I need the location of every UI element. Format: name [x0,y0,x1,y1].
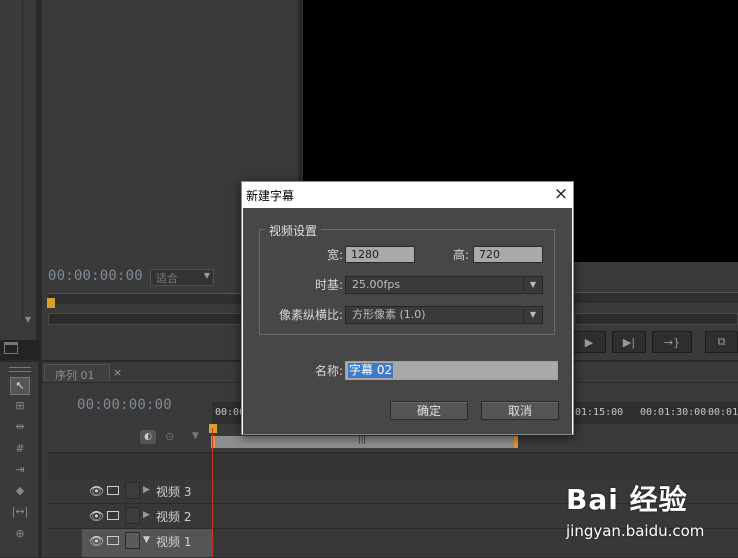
width-label: 宽: [326,248,343,262]
step-forward-button[interactable]: ▶| [612,331,646,353]
work-area-end-handle[interactable] [514,436,518,448]
ripple-edit-tool-icon[interactable]: ⇹ [10,420,30,436]
eye-icon[interactable]: 👁 [89,509,104,523]
slip-tool-icon[interactable]: |↔| [10,505,30,521]
export-frame-button[interactable]: ⧉ [705,331,738,353]
program-zoom-bar[interactable] [574,313,738,325]
track-name-video-3: 视频 3 [156,485,192,499]
film-icon[interactable] [107,486,119,495]
timeline-playhead-icon[interactable] [209,424,217,433]
ruler-tick-label: 01:15:00 [575,407,624,418]
timeline-tab-close-icon[interactable]: × [113,366,122,379]
new-title-dialog: 新建字幕 × 视频设置 宽: 1280 高: 720 时基: 25.00fps … [241,181,574,435]
height-input[interactable]: 720 [473,246,543,263]
source-timecode[interactable]: 00:00:00:00 [48,268,143,284]
rolling-edit-tool-icon[interactable]: # [10,442,30,458]
film-icon[interactable] [107,511,119,520]
eye-icon[interactable]: 👁 [89,484,104,498]
baidu-logo: Bai 经验 [566,478,688,518]
export-frame-icon: ⧉ [717,335,726,348]
left-scroll-arrow[interactable]: ▼ [23,315,33,325]
snap-icon[interactable]: ◐ [140,430,156,444]
track-lock-box[interactable] [125,532,140,549]
slide-tool-icon[interactable]: ⊕ [10,527,30,543]
left-panel [0,0,36,340]
chevron-down-icon: ▼ [203,271,210,280]
track-lock-box[interactable] [125,482,140,499]
track-select-tool-icon[interactable]: ⊞ [10,399,30,415]
eye-icon[interactable]: 👁 [89,534,104,548]
pixel-aspect-label: 像素纵横比: [278,308,343,322]
timeline-empty-row [48,452,738,479]
name-label: 名称: [314,364,343,378]
timeline-timecode[interactable]: 00:00:00:00 [77,397,172,413]
expand-track-icon[interactable]: ▶ [143,510,150,520]
width-input[interactable]: 1280 [345,246,415,263]
program-scrub-bar[interactable] [574,292,738,303]
pixel-aspect-select[interactable]: 方形像素 (1.0) ▼ [345,306,543,324]
ruler-tick-label: 00:01:30:00 [640,407,707,418]
marker-icon[interactable]: ▼ [192,431,199,441]
dialog-title: 新建字幕 [246,189,295,203]
chevron-down-icon: ▼ [523,307,542,323]
film-icon[interactable] [107,536,119,545]
work-area-handle-label: ||| [358,435,367,444]
name-input-value: 字幕 02 [348,363,394,378]
timeline-tab-label: 序列 01 [55,369,95,382]
insert-icon: →} [663,335,681,349]
chevron-down-icon: ▼ [523,277,542,293]
baidu-url: jingyan.baidu.com [566,522,705,540]
folder-icon[interactable] [4,342,18,354]
dialog-body: 视频设置 宽: 1280 高: 720 时基: 25.00fps ▼ 像素纵横比… [243,208,572,434]
fit-dropdown[interactable]: 适合 ▼ [150,269,214,286]
track-name-video-2: 视频 2 [156,510,192,524]
left-panel-divider [22,0,23,322]
timebase-value: 25.00fps [352,278,401,291]
play-button[interactable]: ▶ [572,331,606,353]
source-playhead-icon[interactable] [47,298,55,308]
selection-tool-icon[interactable]: ↖ [10,377,30,395]
cancel-button[interactable]: 取消 [481,401,559,420]
tools-grip [9,367,31,372]
razor-tool-icon[interactable]: ◆ [10,484,30,500]
timeline-playhead-line [212,428,213,557]
linked-selection-icon[interactable]: ⊙ [165,430,179,444]
play-icon: ▶ [584,335,594,349]
fit-dropdown-value: 适合 [156,272,178,285]
rate-stretch-tool-icon[interactable]: ⇥ [10,463,30,479]
track-name-video-1: 视频 1 [156,535,192,549]
insert-button[interactable]: →} [652,331,692,353]
ok-button[interactable]: 确定 [390,401,468,420]
video-settings-title: 视频设置 [265,222,322,239]
height-label: 高: [452,248,469,262]
name-input[interactable]: 字幕 02 [345,361,558,380]
timeline-tab[interactable]: 序列 01 [44,364,110,382]
baidu-brand-text: Bai 经验 [566,483,688,516]
step-forward-icon: ▶| [622,335,636,349]
track-lock-box[interactable] [125,507,140,524]
pixel-aspect-value: 方形像素 (1.0) [352,308,426,321]
timebase-select[interactable]: 25.00fps ▼ [345,276,543,294]
expand-track-icon[interactable]: ▶ [143,485,150,495]
dialog-close-icon[interactable]: × [550,183,572,205]
timebase-label: 时基: [314,278,343,292]
collapse-track-icon[interactable]: ▼ [143,535,150,545]
ruler-tick-label: 00:01 [708,407,738,418]
